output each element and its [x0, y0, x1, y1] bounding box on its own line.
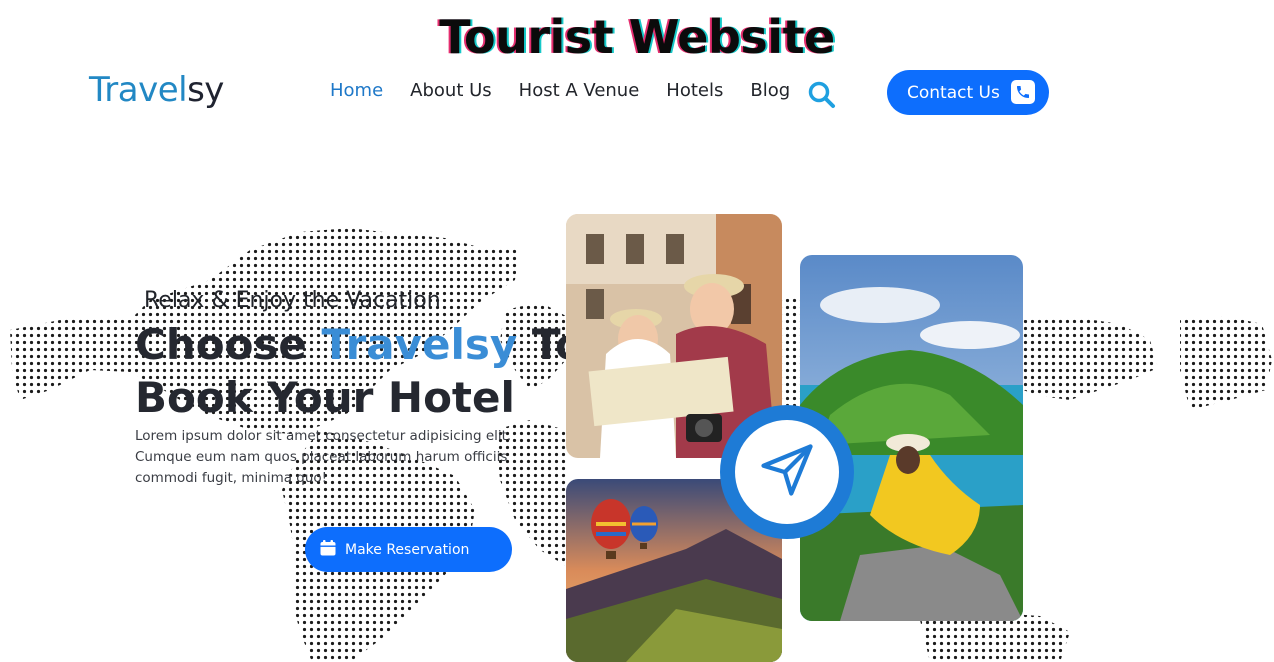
nav-host-a-venue[interactable]: Host A Venue — [519, 80, 640, 101]
make-reservation-button[interactable]: Make Reservation — [305, 527, 512, 572]
send-badge-inner — [735, 420, 839, 524]
contact-us-label: Contact Us — [907, 82, 1000, 103]
contact-us-button[interactable]: Contact Us — [887, 70, 1049, 115]
nav-blog[interactable]: Blog — [750, 80, 790, 101]
hero-title: Choose Travelsy To Book Your Hotel — [135, 318, 584, 424]
logo-part-travel: Travel — [89, 70, 188, 110]
search-icon[interactable] — [806, 79, 838, 111]
nav-about-us[interactable]: About Us — [410, 80, 492, 101]
nav-home[interactable]: Home — [330, 80, 383, 101]
paper-plane-icon — [755, 438, 819, 506]
main-nav: Home About Us Host A Venue Hotels Blog — [330, 80, 790, 101]
make-reservation-label: Make Reservation — [345, 541, 470, 558]
calendar-icon — [319, 539, 337, 561]
logo-part-sy: sy — [187, 70, 224, 110]
page-title: Tourist Website — [439, 10, 835, 64]
site-logo[interactable]: Travelsy — [89, 70, 224, 110]
phone-icon — [1011, 80, 1035, 104]
hero-title-accent: Travelsy — [321, 320, 518, 369]
hero-title-line-2: Book Your Hotel — [135, 373, 515, 422]
hero-title-line-1: Choose Travelsy To — [135, 318, 584, 371]
hero-subtitle: Relax & Enjoy the Vacation — [144, 288, 441, 313]
send-badge — [720, 405, 854, 539]
hero-title-part-1: Choose — [135, 320, 307, 369]
hero-description: Lorem ipsum dolor sit amet consectetur a… — [135, 428, 512, 486]
nav-hotels[interactable]: Hotels — [666, 80, 723, 101]
